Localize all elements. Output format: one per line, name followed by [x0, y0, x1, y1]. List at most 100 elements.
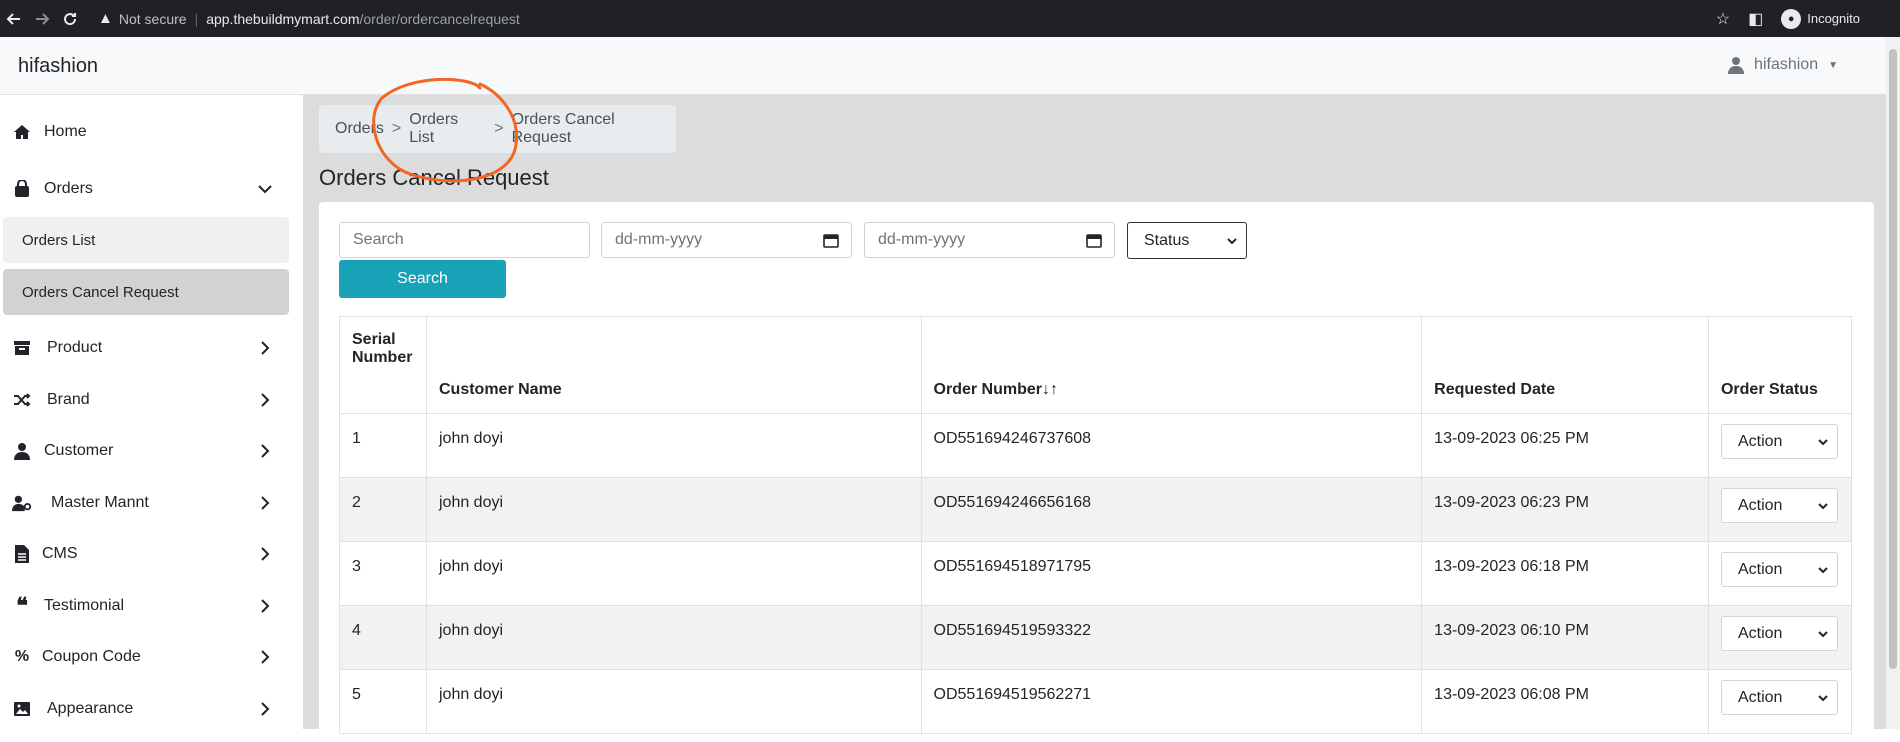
sidebar-label-testimonial: Testimonial — [44, 597, 125, 614]
action-select[interactable]: Action — [1720, 616, 1838, 651]
incognito-icon: ● — [1781, 8, 1802, 29]
sidebar-label-orders-cancel-request: Orders Cancel Request — [22, 283, 179, 301]
cell-requested-date: 13-09-2023 06:23 PM — [1421, 477, 1709, 542]
cell-order-status: Action — [1707, 477, 1853, 542]
percent-icon: % — [14, 648, 30, 665]
chevron-right-icon — [261, 702, 270, 716]
forward-arrow-icon[interactable] — [28, 5, 56, 33]
breadcrumb-item-orders-list[interactable]: Orders List — [409, 111, 486, 147]
action-select[interactable]: Action — [1720, 680, 1838, 715]
sidebar-item-orders-cancel-request[interactable]: Orders Cancel Request — [3, 269, 289, 315]
page-scrollbar[interactable] — [1886, 37, 1900, 729]
chevron-down-icon — [1818, 439, 1828, 446]
date-to-placeholder: dd-mm-yyyy — [878, 231, 966, 248]
user-icon — [12, 441, 32, 461]
date-to-input[interactable]: dd-mm-yyyy — [864, 222, 1115, 258]
cell-requested-date: 13-09-2023 06:08 PM — [1421, 669, 1709, 734]
chevron-down-icon — [1818, 503, 1828, 510]
url-host: app.thebuildmymart.com — [206, 10, 360, 27]
back-arrow-icon[interactable] — [0, 5, 28, 33]
cell-customer: john doyi — [425, 541, 922, 606]
action-select[interactable]: Action — [1720, 424, 1838, 459]
table-row: 4 john doyi OD551694519593322 13-09-2023… — [339, 605, 1853, 670]
brand-name[interactable]: hifashion — [18, 55, 98, 78]
user-name: hifashion — [1754, 56, 1819, 73]
chevron-right-icon — [261, 650, 270, 664]
chevron-down-icon — [258, 185, 272, 194]
calendar-icon[interactable] — [823, 232, 839, 248]
sidebar-item-orders[interactable]: Orders — [0, 169, 303, 209]
scrollbar-thumb[interactable] — [1889, 49, 1897, 669]
action-select-label: Action — [1737, 688, 1783, 706]
sort-arrows-icon[interactable]: ↓↑ — [1042, 381, 1058, 398]
address-bar[interactable]: ▲ Not secure | app.thebuildmymart.com/or… — [98, 10, 520, 27]
sidebar-item-product[interactable]: Product — [0, 328, 303, 368]
breadcrumb-separator: > — [391, 120, 402, 137]
side-panel-icon[interactable]: ◧ — [1748, 9, 1763, 29]
cell-customer: john doyi — [425, 477, 922, 542]
sidebar-item-customer[interactable]: Customer — [0, 431, 303, 471]
bookmark-star-icon[interactable]: ☆ — [1716, 9, 1730, 29]
url-path: /order/ordercancelrequest — [359, 10, 520, 27]
search-input[interactable]: Search — [339, 222, 590, 258]
security-label: Not secure — [118, 10, 187, 27]
date-from-input[interactable]: dd-mm-yyyy — [601, 222, 852, 258]
cell-serial: 2 — [339, 477, 427, 542]
cell-requested-date: 13-09-2023 06:25 PM — [1421, 413, 1709, 478]
home-icon — [12, 122, 32, 142]
sidebar-item-brand[interactable]: Brand — [0, 380, 303, 420]
column-header-order-status: Order Status — [1707, 316, 1853, 414]
sidebar-label-appearance: Appearance — [47, 700, 134, 717]
user-menu[interactable]: hifashion ▼ — [1728, 56, 1838, 74]
cancel-requests-table: Serial Number Customer Name Order Number… — [339, 316, 1853, 734]
chevron-down-icon — [1818, 567, 1828, 574]
table-row: 1 john doyi OD551694246737608 13-09-2023… — [339, 413, 1853, 478]
content-card: Search dd-mm-yyyy dd-mm-yyyy Status Sear… — [319, 202, 1874, 742]
breadcrumb-item-orders[interactable]: Orders — [335, 120, 384, 138]
action-select[interactable]: Action — [1720, 552, 1838, 587]
sidebar-label-home: Home — [44, 123, 87, 140]
breadcrumb-separator: > — [494, 120, 504, 137]
shuffle-icon — [12, 390, 32, 410]
reload-icon[interactable] — [56, 5, 84, 33]
cell-serial: 4 — [339, 605, 427, 670]
sidebar-item-coupon-code[interactable]: % Coupon Code — [0, 637, 303, 677]
chevron-down-icon — [1818, 695, 1828, 702]
sidebar-item-master-mannt[interactable]: Master Mannt — [0, 483, 303, 523]
search-button[interactable]: Search — [339, 260, 506, 298]
main-content: Orders > Orders List > Orders Cancel Req… — [303, 95, 1886, 742]
warning-triangle-icon: ▲ — [98, 10, 113, 27]
chevron-right-icon — [261, 444, 270, 458]
cell-customer: john doyi — [425, 413, 922, 478]
sidebar-label-brand: Brand — [47, 391, 90, 408]
sidebar-item-appearance[interactable]: Appearance — [0, 689, 303, 729]
archive-box-icon — [12, 338, 32, 358]
cell-requested-date: 13-09-2023 06:18 PM — [1421, 541, 1709, 606]
cell-order-status: Action — [1707, 413, 1853, 478]
cell-order-status: Action — [1707, 541, 1853, 606]
status-select[interactable]: Status — [1127, 222, 1247, 259]
action-select[interactable]: Action — [1720, 488, 1838, 523]
sidebar-label-orders-list: Orders List — [22, 231, 96, 249]
cell-requested-date: 13-09-2023 06:10 PM — [1421, 605, 1709, 670]
column-header-customer: Customer Name — [425, 316, 922, 414]
calendar-icon[interactable] — [1086, 232, 1102, 248]
browser-toolbar: ▲ Not secure | app.thebuildmymart.com/or… — [0, 0, 1900, 37]
sidebar-label-coupon-code: Coupon Code — [42, 648, 141, 665]
sidebar-item-home[interactable]: Home — [0, 112, 303, 152]
chevron-right-icon — [261, 496, 270, 510]
breadcrumb: Orders > Orders List > Orders Cancel Req… — [319, 105, 676, 153]
sidebar-label-orders: Orders — [44, 180, 93, 197]
cell-order-number: OD551694246656168 — [920, 477, 1423, 542]
date-from-placeholder: dd-mm-yyyy — [615, 231, 703, 248]
column-header-order-number[interactable]: Order Number↓↑ — [920, 316, 1423, 414]
table-row: 5 john doyi OD551694519562271 13-09-2023… — [339, 669, 1853, 734]
cell-serial: 1 — [339, 413, 427, 478]
table-row: 2 john doyi OD551694246656168 13-09-2023… — [339, 477, 1853, 542]
column-header-serial-line1: Serial — [352, 331, 396, 348]
incognito-indicator[interactable]: ● Incognito — [1781, 8, 1860, 29]
file-text-icon — [12, 544, 32, 564]
sidebar-item-testimonial[interactable]: ❝ Testimonial — [0, 586, 303, 626]
sidebar-item-cms[interactable]: CMS — [0, 534, 303, 574]
sidebar-item-orders-list[interactable]: Orders List — [3, 217, 289, 263]
